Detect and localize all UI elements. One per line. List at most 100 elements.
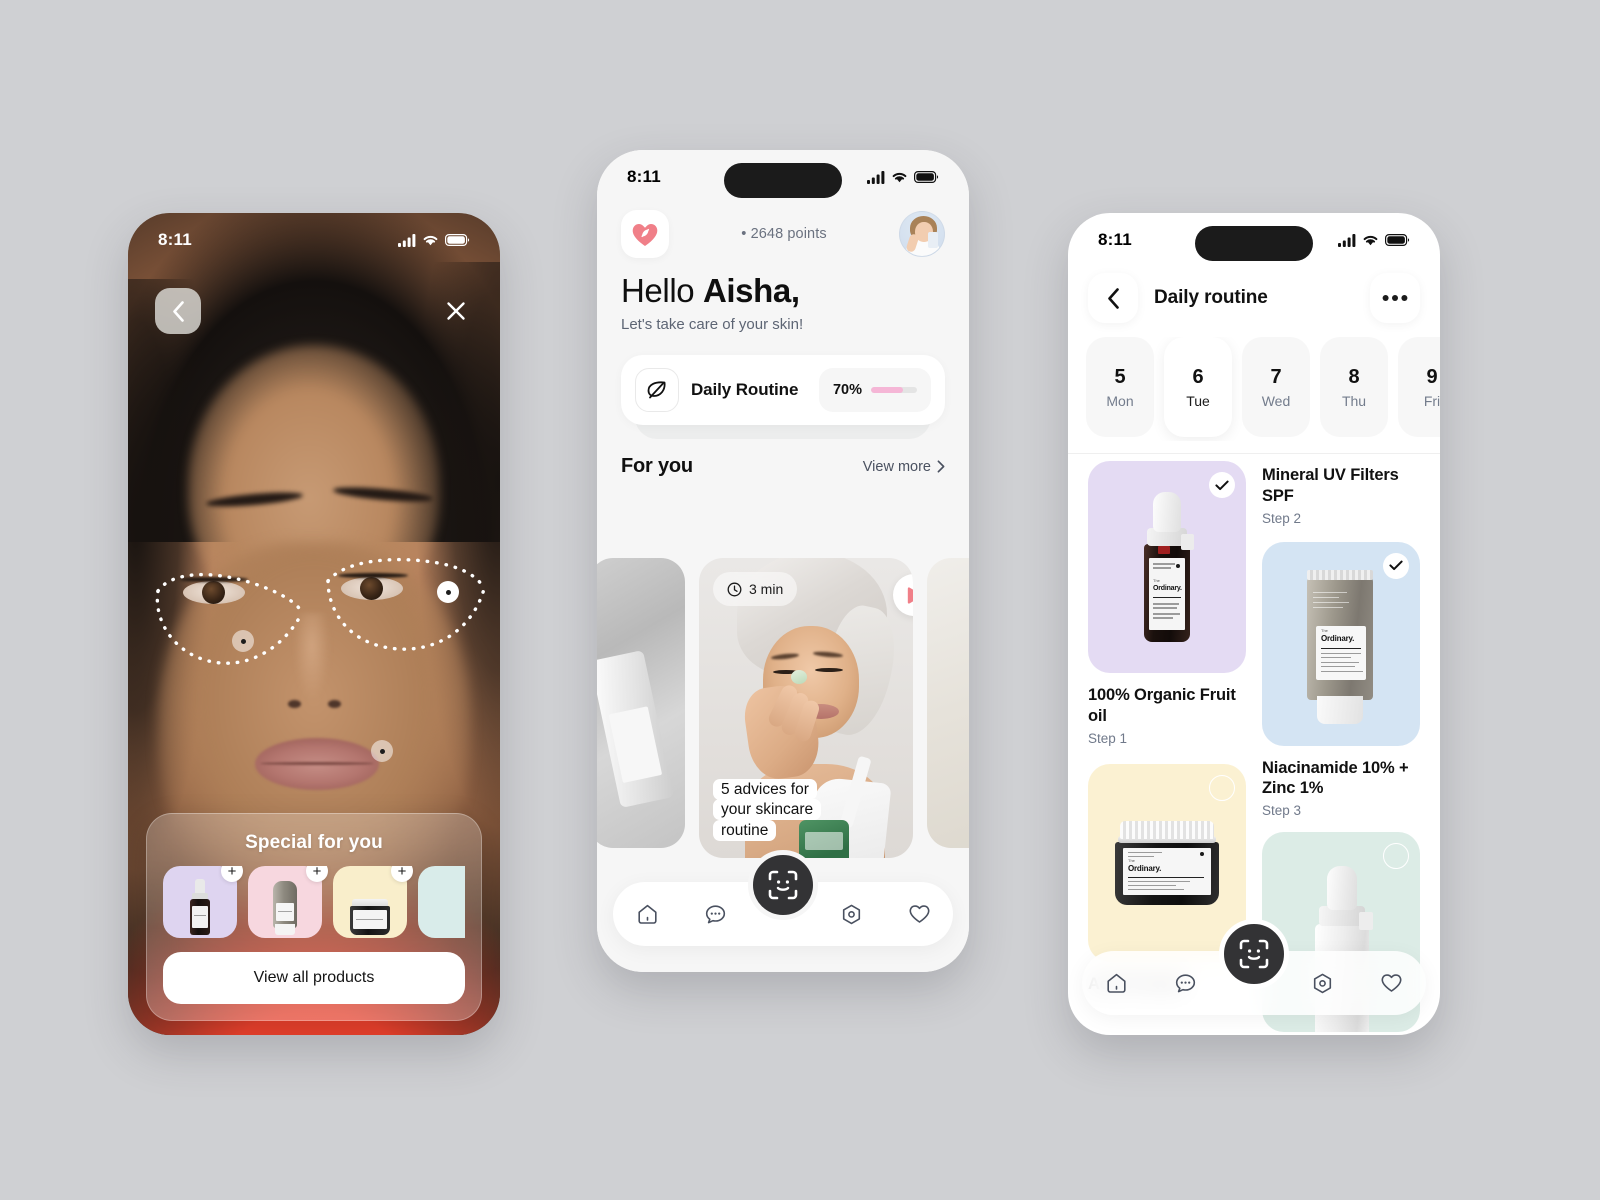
product-title: Mineral UV Filters SPF [1262, 466, 1399, 505]
special-product-tube[interactable]: + [248, 866, 328, 938]
face-scan-fab[interactable] [748, 850, 818, 920]
page-title: Daily routine [1154, 287, 1268, 308]
home-icon [637, 904, 657, 924]
scan-region-under-eye-right [326, 557, 486, 651]
add-product-button[interactable]: + [221, 866, 243, 882]
face-scan-fab[interactable] [1219, 919, 1289, 989]
tab-discover[interactable] [831, 894, 871, 934]
check-icon [1389, 560, 1403, 571]
progress-fill [871, 387, 904, 393]
battery-icon [1385, 234, 1410, 246]
view-all-products-button[interactable]: View all products [163, 952, 465, 1004]
tab-favorites[interactable] [1372, 963, 1412, 1003]
product-step: Step 3 [1262, 803, 1302, 819]
leaf-icon [647, 381, 666, 399]
avatar[interactable] [898, 211, 945, 257]
play-icon [907, 586, 913, 604]
product-card-niacinamide[interactable]: The Ordinary. [1088, 763, 1246, 962]
moisturizer-tube-art [271, 879, 299, 935]
routine-progress: 70% [818, 368, 931, 412]
tab-home[interactable] [627, 894, 667, 934]
status-time: 8:11 [1098, 230, 1132, 249]
header-divider [1068, 453, 1440, 454]
daily-routine-card[interactable]: Daily Routine 70% [621, 355, 945, 425]
product-checkbox-unchecked[interactable] [1209, 774, 1235, 801]
special-products-row[interactable]: + + + [163, 866, 465, 938]
product-checkbox-unchecked[interactable] [1383, 843, 1409, 870]
heart-leaf-logo-icon [632, 224, 658, 246]
page-title: Hello Aisha, [621, 272, 945, 310]
routine-header: Daily routine [1088, 273, 1420, 323]
close-button[interactable] [438, 293, 474, 329]
product-step: Step 1 [1088, 730, 1128, 746]
scan-marker-right-cheek[interactable] [437, 581, 459, 603]
day-card-wed[interactable]: 7 Wed [1242, 337, 1310, 437]
lip-line [260, 762, 374, 765]
carousel-card-active[interactable]: 3 min 5 advices for your skincare routin… [699, 558, 913, 858]
back-button[interactable] [155, 288, 201, 334]
back-button[interactable] [1088, 273, 1138, 323]
carousel-track: 3 min 5 advices for your skincare routin… [597, 558, 969, 858]
cellular-signal-icon [398, 233, 416, 247]
tab-messages[interactable] [695, 894, 735, 934]
brand-logo-button[interactable] [621, 210, 669, 258]
tab-messages[interactable] [1165, 963, 1205, 1003]
special-product-jar[interactable]: + [333, 866, 413, 938]
home-header: • 2648 points Hello Aisha, Let's take ca… [621, 210, 945, 478]
day-card-thu[interactable]: 8 Thu [1320, 337, 1388, 437]
cream-jar-art [350, 899, 390, 935]
hexagon-camera-icon [842, 904, 860, 924]
day-selector[interactable]: 5 Mon 6 Tue 7 Wed 8 Thu 9 Fri [1086, 337, 1440, 441]
add-product-button[interactable]: + [391, 866, 413, 882]
carousel-card-previous[interactable] [597, 558, 685, 848]
play-button[interactable] [893, 574, 913, 616]
day-number: 7 [1270, 365, 1282, 388]
product-card-organic-fruit-oil[interactable]: The Ordinary. [1088, 461, 1246, 673]
chevron-left-icon [1107, 287, 1119, 309]
for-you-title: For you [621, 455, 693, 477]
product-card-mineral-uv-spf[interactable]: The Ordinary. [1262, 541, 1420, 746]
battery-icon [914, 171, 939, 183]
face-scan-icon [768, 870, 798, 900]
day-card-mon[interactable]: 5 Mon [1086, 337, 1154, 437]
special-for-you-panel: Special for you + + + View all products [146, 813, 482, 1021]
check-icon [1215, 480, 1229, 490]
day-card-fri[interactable]: 9 Fri [1398, 337, 1440, 437]
duration-label: 3 min [749, 581, 784, 597]
tab-discover[interactable] [1303, 963, 1343, 1003]
nostril-right [328, 700, 341, 708]
product-bottle-art [597, 650, 675, 808]
for-you-carousel[interactable]: 3 min 5 advices for your skincare routin… [597, 558, 969, 858]
view-more-link[interactable]: View more [863, 459, 945, 475]
chevron-left-icon [172, 300, 184, 322]
day-number: 9 [1426, 365, 1438, 388]
phone-screen-home: 8:11 • 2648 points Hello Aisha, Let's ta… [597, 150, 969, 972]
day-name: Mon [1106, 392, 1134, 409]
day-name: Fri [1423, 392, 1440, 409]
jar-dark-art: The Ordinary. [1112, 820, 1222, 905]
tab-favorites[interactable] [899, 894, 939, 934]
more-options-button[interactable] [1370, 273, 1420, 323]
day-name: Wed [1261, 392, 1291, 409]
special-product-mint[interactable] [418, 866, 465, 938]
product-checkbox-checked[interactable] [1383, 552, 1409, 579]
wifi-icon [423, 235, 438, 246]
special-product-serum[interactable]: + [163, 866, 243, 938]
day-card-tue[interactable]: 6 Tue [1164, 337, 1232, 437]
battery-icon [445, 234, 470, 246]
progress-percent: 70% [832, 382, 862, 398]
tab-home[interactable] [1096, 963, 1136, 1003]
scan-marker-left-cheek[interactable] [232, 630, 254, 652]
scan-marker-chin[interactable] [371, 740, 393, 762]
caption-line-2: your skincare [713, 799, 822, 821]
progress-track [871, 387, 917, 393]
dropper-dark-art: The Ordinary. [1136, 492, 1198, 642]
product-title: Niacinamide 10% + Zinc 1% [1262, 758, 1409, 798]
product-title: 100% Organic Fruit oil [1088, 686, 1236, 725]
chevron-right-icon [937, 460, 945, 473]
add-product-button[interactable]: + [306, 866, 328, 882]
clock-icon [727, 582, 742, 596]
carousel-card-next[interactable] [927, 558, 969, 848]
day-number: 5 [1114, 365, 1126, 388]
product-checkbox-checked[interactable] [1209, 472, 1235, 498]
